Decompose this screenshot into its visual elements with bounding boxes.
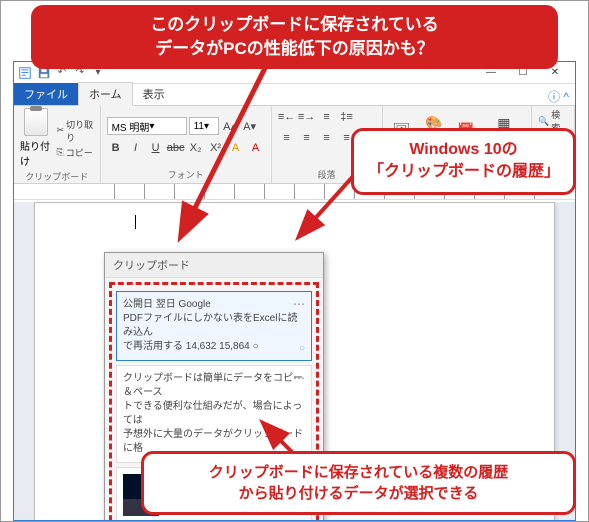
app-icon [18, 66, 32, 80]
align-right-button[interactable]: ≡ [318, 129, 336, 147]
bullets-button[interactable]: ≡ [318, 108, 336, 126]
paste-label: 貼り付け [20, 138, 53, 168]
annotation-right: Windows 10の「クリップボードの履歴」 [351, 128, 576, 195]
paste-icon [24, 108, 48, 136]
pin-icon[interactable]: ○ [299, 342, 305, 356]
scissors-icon: ✂ [57, 125, 65, 136]
cut-button[interactable]: ✂切り取り [57, 118, 94, 144]
underline-button[interactable]: U [147, 139, 165, 157]
line-spacing-button[interactable]: ‡≡ [338, 108, 356, 126]
tab-view[interactable]: 表示 [133, 83, 175, 105]
more-icon[interactable]: ⋯ [293, 296, 305, 313]
text-cursor [135, 215, 136, 229]
clipboard-group-label: クリップボード [20, 168, 94, 183]
arrow-top [181, 56, 301, 251]
help-icon[interactable]: ⓘ ^ [542, 88, 575, 105]
tab-home[interactable]: ホーム [78, 82, 133, 106]
paste-button[interactable]: 貼り付け [20, 108, 53, 168]
group-clipboard: 貼り付け ✂切り取り ⎘コピー クリップボード [14, 106, 101, 183]
search-icon: 🔍 [538, 116, 549, 127]
clipboard-item[interactable]: ⋯ 公開日 翌日 Google PDFファイルにしかない表をExcelに読み込ん… [116, 291, 312, 361]
annotation-top: このクリップボードに保存されているデータがPCの性能低下の原因かも？ [31, 5, 558, 69]
copy-button[interactable]: ⎘コピー [57, 146, 94, 159]
copy-icon: ⎘ [57, 147, 64, 158]
bold-button[interactable]: B [107, 139, 125, 157]
italic-button[interactable]: I [127, 139, 145, 157]
annotation-bottom: クリップボードに保存されている複数の履歴から貼り付けるデータが選択できる [141, 451, 576, 515]
tab-file[interactable]: ファイル [14, 83, 78, 105]
font-name-select[interactable]: MS 明朝 ▾ [107, 117, 187, 135]
more-icon[interactable]: ⋯ [293, 370, 305, 387]
clipboard-panel-title: クリップボード [105, 253, 323, 278]
